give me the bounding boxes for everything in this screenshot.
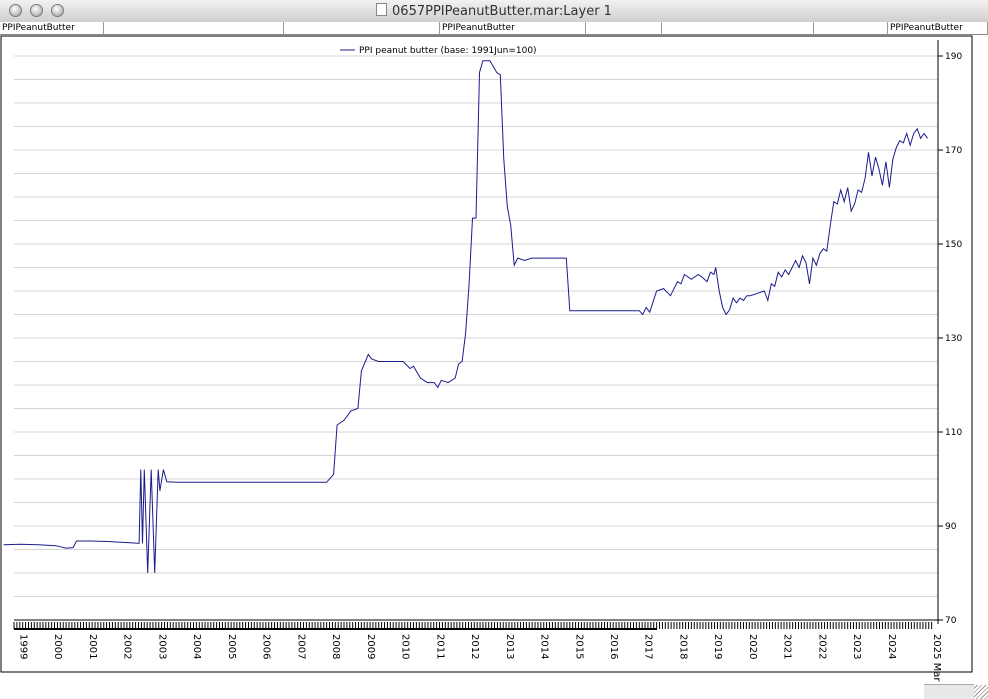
- y-tick-label: 190: [945, 52, 962, 62]
- x-tick-label: 2012: [469, 634, 480, 659]
- x-tick-label: 2005: [226, 634, 237, 659]
- x-tick-label: 2023: [851, 634, 862, 659]
- horizontal-scrollbar[interactable]: [924, 684, 974, 699]
- x-tick-label: 2008: [330, 634, 341, 659]
- tab-layer-4[interactable]: PPIPeanutButter: [440, 22, 586, 34]
- x-tick-label: 2010: [400, 634, 411, 659]
- x-tick-label: 2017: [643, 634, 654, 659]
- x-tick-label: 2018: [677, 634, 688, 659]
- tab-layer-6[interactable]: [662, 22, 814, 34]
- x-tick-label: 2022: [816, 634, 827, 659]
- x-tick-label: 2020: [747, 634, 758, 659]
- window-title: 0657PPIPeanutButter.mar:Layer 1: [392, 4, 612, 19]
- x-tick-label: 2021: [782, 634, 793, 659]
- tab-layer-8[interactable]: PPIPeanutButter: [888, 22, 988, 34]
- x-tick-label: 2000: [52, 634, 63, 659]
- tab-layer-3[interactable]: [284, 22, 440, 34]
- x-tick-label: 2009: [365, 634, 376, 659]
- x-tick-label: 2007: [295, 634, 306, 659]
- tab-layer-5[interactable]: [586, 22, 662, 34]
- tab-layer-7[interactable]: [814, 22, 888, 34]
- window-titlebar[interactable]: 0657PPIPeanutButter.mar:Layer 1: [0, 0, 988, 23]
- y-tick-label: 110: [945, 428, 962, 438]
- x-tick-label: 2011: [434, 634, 445, 659]
- x-tick-label: 1999: [17, 634, 28, 659]
- x-tick-label: 2006: [261, 634, 272, 659]
- legend: PPI peanut butter (base: 1991Jun=100): [340, 46, 537, 56]
- x-tick-label: 2014: [539, 634, 550, 659]
- x-tick-label: 2013: [504, 634, 515, 659]
- chart-area: 1999 2000 2001 2002 2003 2004 2005 2006 2007 2008…: [0, 35, 973, 682]
- chart-frame: [0, 35, 973, 673]
- x-tick-label: 2016: [608, 634, 619, 659]
- tab-layer-2[interactable]: [104, 22, 284, 34]
- y-tick-label: 130: [945, 334, 962, 344]
- document-icon: [376, 3, 388, 16]
- y-tick-label: 170: [945, 146, 962, 156]
- x-tick-label: 2004: [191, 634, 202, 659]
- x-tick-label: 2025 Mar: [931, 634, 942, 682]
- x-tick-label: 2015: [573, 634, 584, 659]
- y-tick-label: 70: [945, 616, 957, 626]
- x-tick-label: 2024: [886, 634, 897, 659]
- x-tick-label: 2001: [87, 634, 98, 659]
- window-title-area: 0657PPIPeanutButter.mar:Layer 1: [0, 3, 988, 19]
- resize-grip[interactable]: [974, 685, 988, 699]
- x-tick-label: 2003: [156, 634, 167, 659]
- y-tick-label: 90: [945, 522, 957, 532]
- legend-label: PPI peanut butter (base: 1991Jun=100): [359, 46, 537, 56]
- x-tick-label: 2019: [712, 634, 723, 659]
- layer-tab-bar: PPIPeanutButter PPIPeanutButter PPIPeanu…: [0, 22, 988, 35]
- x-tick-label: 2002: [122, 634, 133, 659]
- tab-layer-1[interactable]: PPIPeanutButter: [0, 22, 104, 34]
- y-tick-label: 150: [945, 240, 962, 250]
